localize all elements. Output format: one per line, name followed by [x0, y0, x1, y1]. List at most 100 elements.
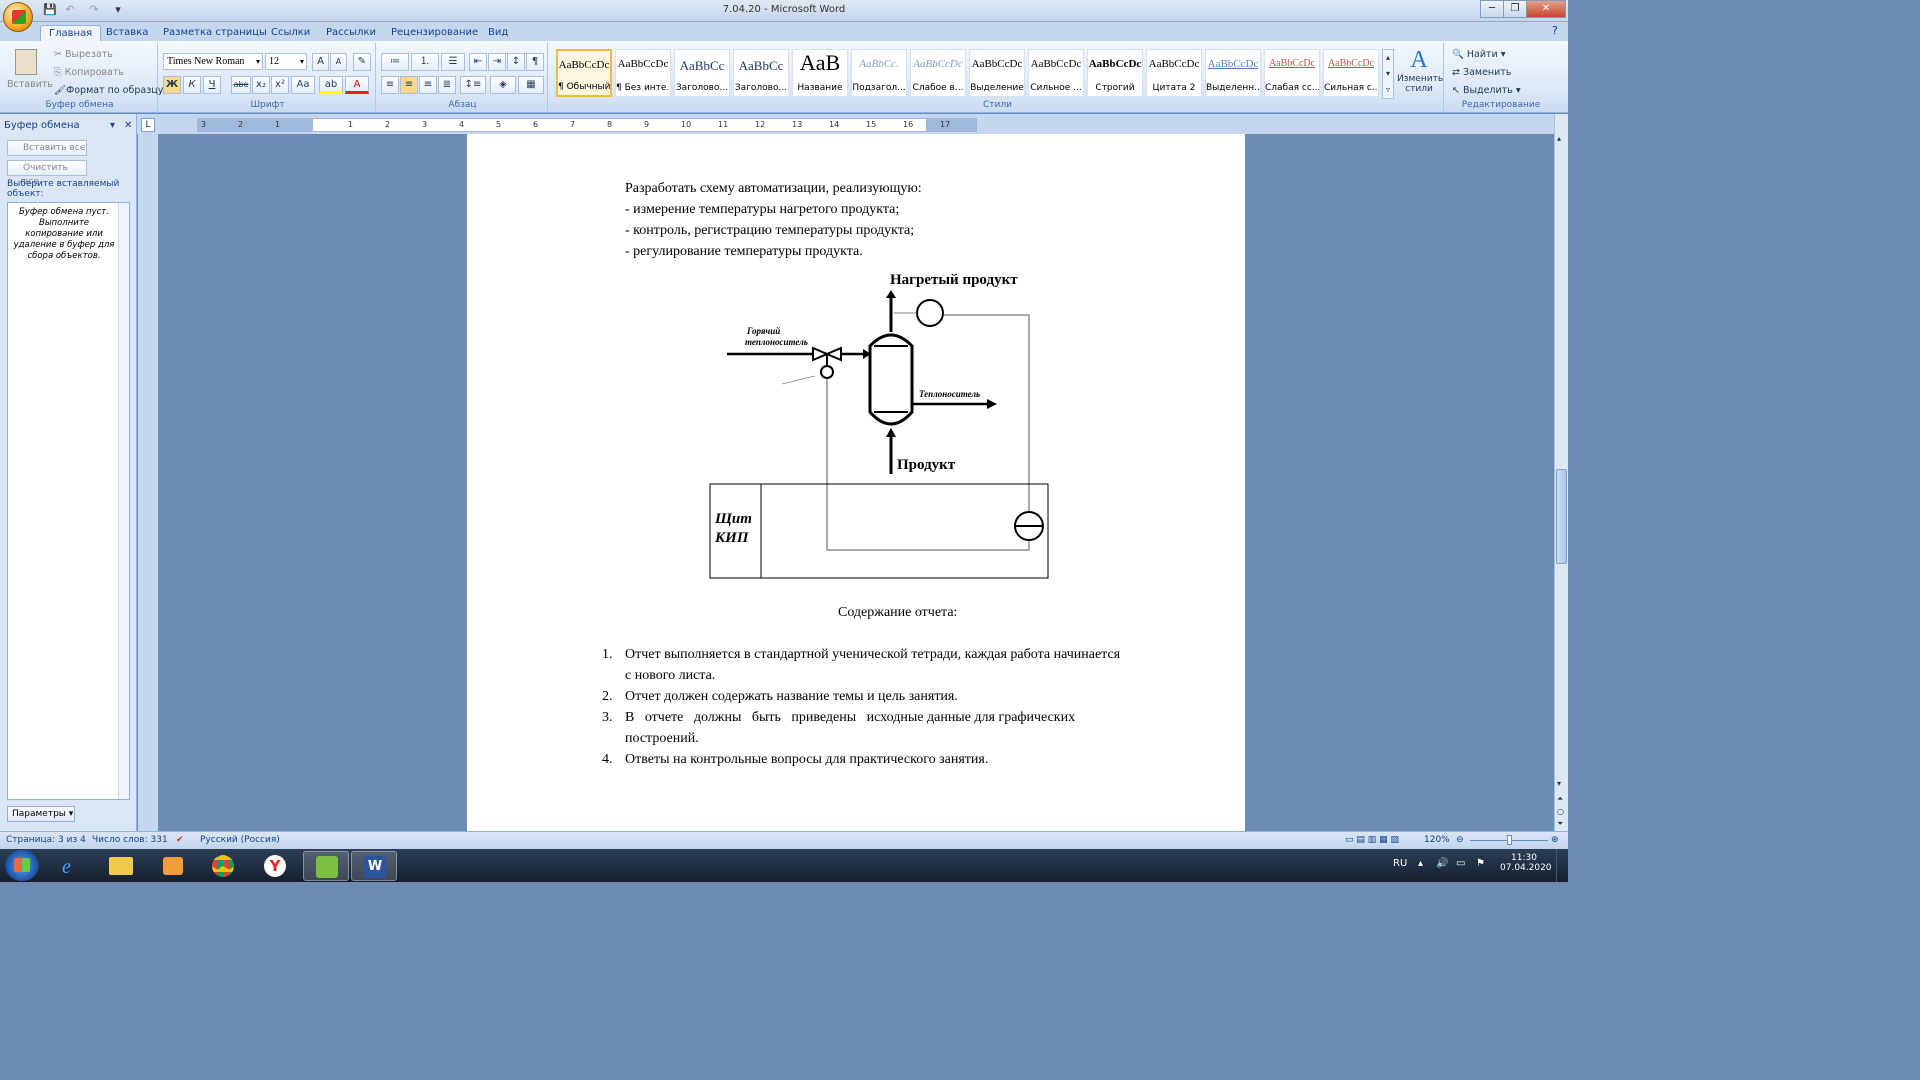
italic-button[interactable]: К: [183, 76, 201, 94]
clear-all-button[interactable]: Очистить все: [7, 160, 87, 187]
zoom-in-icon[interactable]: ⊕: [1551, 835, 1559, 845]
tab-view[interactable]: Вид: [480, 25, 516, 42]
taskbar-ie-icon[interactable]: e: [50, 851, 96, 881]
restore-button[interactable]: ❐: [1503, 0, 1527, 18]
line-spacing-icon[interactable]: ↕≡: [460, 76, 486, 94]
show-desktop-button[interactable]: [1556, 849, 1568, 882]
superscript-button[interactable]: x²: [271, 76, 289, 94]
clock[interactable]: 11:30 07.04.2020: [1500, 853, 1552, 873]
tab-review[interactable]: Рецензирование: [383, 25, 486, 42]
clear-format-icon[interactable]: ✎: [353, 53, 371, 71]
bullets-icon[interactable]: ≔: [381, 53, 409, 71]
pilcrow-icon[interactable]: ¶: [526, 53, 544, 71]
style-tile[interactable]: AaBbCcDc Слабое в...: [910, 49, 966, 97]
font-name-combo[interactable]: Times New Roman ▾: [163, 53, 263, 70]
taskbar-word-icon[interactable]: W: [351, 851, 397, 881]
help-icon[interactable]: ?: [1552, 24, 1558, 37]
highlight-icon[interactable]: ab: [319, 76, 343, 94]
grow-font-button[interactable]: A: [312, 53, 329, 71]
style-tile[interactable]: AaBbCc Заголово...: [674, 49, 730, 97]
tab-home[interactable]: Главная: [40, 25, 102, 42]
network-icon[interactable]: ▭: [1456, 858, 1465, 869]
word-count[interactable]: Число слов: 331: [92, 835, 168, 845]
horizontal-ruler[interactable]: 3 2 1 1 2 3 4 5 6 7 8 9 10 11 12 13 14 15 16 17: [197, 118, 977, 132]
taskbar-chrome-icon[interactable]: [200, 851, 246, 881]
underline-button[interactable]: Ч: [203, 76, 221, 94]
tab-selector[interactable]: L: [141, 118, 155, 132]
tab-mailings[interactable]: Рассылки: [318, 25, 384, 42]
numbering-icon[interactable]: ⒈: [411, 53, 439, 71]
select-button[interactable]: ↖ Выделить ▾: [1452, 85, 1521, 96]
office-button[interactable]: [3, 2, 33, 32]
scroll-up-icon[interactable]: ▴: [1557, 134, 1561, 143]
taskbar-explorer-icon[interactable]: [98, 851, 144, 881]
flag-icon[interactable]: ⚑: [1476, 858, 1485, 869]
style-tile[interactable]: AaBbCcDc Строгий: [1087, 49, 1143, 97]
style-tile[interactable]: AaBbCcDc Выделение: [969, 49, 1025, 97]
strikethrough-button[interactable]: abe: [231, 76, 251, 94]
align-right-icon[interactable]: ≡: [419, 76, 437, 94]
style-tile[interactable]: AaBbCcDc Слабая сс...: [1264, 49, 1320, 97]
task-pane-scrollbar[interactable]: [118, 203, 129, 799]
scrollbar-thumb[interactable]: [1556, 469, 1567, 564]
task-pane-close-icon[interactable]: ✕: [124, 118, 132, 134]
font-color-icon[interactable]: A: [345, 76, 369, 94]
zoom-out-icon[interactable]: ⊖: [1456, 835, 1464, 845]
paste-all-button[interactable]: Вставить все: [7, 140, 87, 156]
sort-icon[interactable]: ↕: [507, 53, 525, 71]
tab-references[interactable]: Ссылки: [263, 25, 318, 42]
minimize-button[interactable]: ─: [1480, 0, 1504, 18]
align-left-icon[interactable]: ≡: [381, 76, 399, 94]
taskbar-media-icon[interactable]: [150, 851, 196, 881]
style-tile[interactable]: AaBbCc. Подзагол...: [851, 49, 907, 97]
vertical-ruler[interactable]: [138, 134, 158, 831]
browse-object-icon[interactable]: ○: [1557, 807, 1564, 816]
style-tile[interactable]: AaBbCcDc Сильная с...: [1323, 49, 1379, 97]
language-tray[interactable]: RU: [1393, 858, 1407, 869]
volume-icon[interactable]: 🔊: [1436, 858, 1448, 869]
paste-button[interactable]: Вставить: [7, 47, 53, 97]
multilevel-list-icon[interactable]: ☰: [441, 53, 465, 71]
copy-button[interactable]: ⎘ Копировать: [54, 67, 124, 78]
vertical-scrollbar[interactable]: ▴ ▾ ⏶ ○ ⏷: [1554, 114, 1568, 831]
page-indicator[interactable]: Страница: 3 из 4: [6, 835, 86, 845]
document-page[interactable]: Разработать схему автоматизации, реализу…: [467, 134, 1245, 831]
increase-indent-icon[interactable]: ⇥: [488, 53, 506, 71]
justify-icon[interactable]: ≣: [438, 76, 456, 94]
tray-expand-icon[interactable]: ▴: [1418, 858, 1423, 869]
view-buttons[interactable]: ▭ ▤ ▥ ▦ ▧: [1345, 835, 1399, 845]
style-tile[interactable]: AaBbCcDc ¶ Обычный: [556, 49, 612, 97]
next-page-icon[interactable]: ⏷: [1557, 819, 1563, 829]
zoom-level[interactable]: 120%: [1424, 835, 1450, 845]
change-styles-button[interactable]: A Изменить стили: [1397, 47, 1443, 99]
font-size-combo[interactable]: 12 ▾: [265, 53, 307, 70]
style-tile[interactable]: AaB Название: [792, 49, 848, 97]
taskbar-app-icon[interactable]: [303, 851, 349, 881]
find-button[interactable]: 🔍 Найти ▾: [1452, 49, 1506, 60]
subscript-button[interactable]: x₂: [252, 76, 270, 94]
replace-button[interactable]: ⇄ Заменить: [1452, 67, 1511, 78]
align-center-icon[interactable]: ≡: [400, 76, 418, 94]
style-tile[interactable]: AaBbCcDc Цитата 2: [1146, 49, 1202, 97]
change-case-button[interactable]: Aa: [291, 76, 315, 94]
tab-insert[interactable]: Вставка: [98, 25, 156, 42]
format-painter-button[interactable]: 🖌Формат по образцу: [54, 85, 163, 96]
decrease-indent-icon[interactable]: ⇤: [469, 53, 487, 71]
task-pane-menu-icon[interactable]: ▾: [110, 118, 115, 134]
style-tile[interactable]: AaBbCcDc ¶ Без инте...: [615, 49, 671, 97]
cut-button[interactable]: ✂ Вырезать: [54, 49, 113, 60]
scroll-down-icon[interactable]: ▾: [1557, 779, 1561, 788]
language-indicator[interactable]: Русский (Россия): [200, 835, 280, 845]
options-button[interactable]: Параметры ▾: [7, 806, 75, 822]
start-button[interactable]: [5, 850, 39, 881]
previous-page-icon[interactable]: ⏶: [1557, 794, 1563, 804]
spelling-check-icon[interactable]: ✔: [176, 835, 184, 845]
borders-icon[interactable]: ▦: [518, 76, 544, 94]
shrink-font-button[interactable]: A: [330, 53, 347, 71]
close-button[interactable]: ✕: [1526, 0, 1566, 18]
taskbar-yandex-icon[interactable]: Y: [252, 851, 298, 881]
style-tile[interactable]: AaBbCcDc Выделенн...: [1205, 49, 1261, 97]
shading-icon[interactable]: ◈: [490, 76, 516, 94]
clipboard-items-list[interactable]: Буфер обмена пуст. Выполните копирование…: [7, 202, 130, 800]
style-gallery-scroll[interactable]: ▴ ▾ ▿: [1382, 49, 1394, 99]
